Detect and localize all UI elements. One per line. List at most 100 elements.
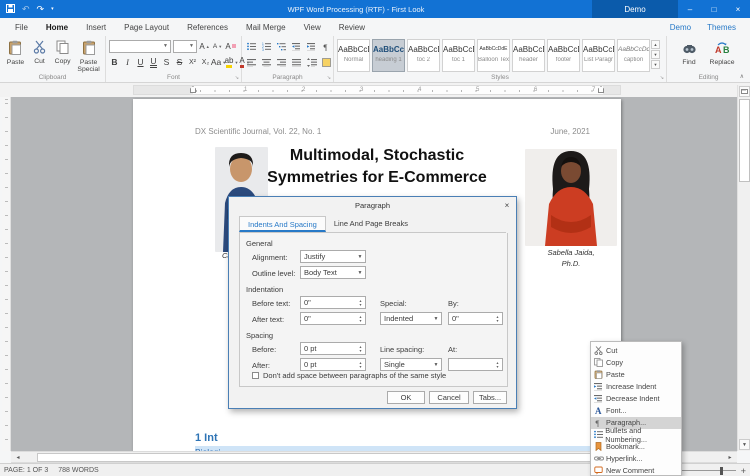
- dialog-title-bar[interactable]: Paragraph ×: [229, 197, 516, 214]
- same-style-checkbox[interactable]: Don't add space between paragraphs of th…: [252, 371, 446, 380]
- paragraph-dialog-launcher-icon[interactable]: ↘: [327, 75, 331, 81]
- alignment-combo[interactable]: Justify▼: [300, 250, 366, 263]
- paste-special-button[interactable]: Paste Special: [75, 38, 102, 73]
- ribbon-tab-view[interactable]: View: [295, 23, 330, 32]
- scroll-right-icon[interactable]: ▸: [725, 453, 735, 462]
- at-spinner[interactable]: ▲▼: [448, 358, 503, 371]
- small-caps-button[interactable]: S: [161, 56, 172, 69]
- font-dialog-launcher-icon[interactable]: ↘: [235, 75, 239, 81]
- bullets-button[interactable]: [245, 40, 258, 53]
- qat-customize-icon[interactable]: ▾: [51, 6, 54, 12]
- grow-font-button[interactable]: A▲: [199, 40, 210, 53]
- outline-level-combo[interactable]: Body Text▼: [300, 266, 366, 279]
- save-icon[interactable]: [6, 4, 15, 15]
- style-balloon-tex[interactable]: AaBbCcDdEBalloon Tex: [477, 39, 510, 72]
- context-menu-item-bullets-and-numbering[interactable]: Bullets and Numbering...: [591, 429, 681, 441]
- scroll-down-icon[interactable]: ▼: [739, 439, 750, 450]
- scroll-left-icon[interactable]: ◂: [13, 453, 23, 462]
- before-text-spinner[interactable]: 0"▲▼: [300, 296, 366, 309]
- style-caption[interactable]: AaBbCcDdEcaption: [617, 39, 650, 72]
- cut-button[interactable]: Cut: [29, 38, 50, 73]
- context-menu-item-decrease-indent[interactable]: Decrease Indent: [591, 392, 681, 404]
- spacing-after-spinner[interactable]: 0 pt▲▼: [300, 358, 366, 371]
- copy-button[interactable]: Copy: [51, 38, 74, 73]
- redo-icon[interactable]: ↷: [37, 4, 45, 14]
- ruler-toggle-icon[interactable]: [739, 86, 750, 97]
- collapse-ribbon-icon[interactable]: ∧: [740, 73, 744, 80]
- after-text-spinner[interactable]: 0"▲▼: [300, 312, 366, 325]
- find-button[interactable]: Find: [676, 40, 702, 66]
- ribbon-tab-home[interactable]: Home: [37, 23, 77, 32]
- strikethrough-button[interactable]: S: [174, 56, 185, 69]
- context-menu-item-increase-indent[interactable]: Increase Indent: [591, 380, 681, 392]
- ribbon-tab-mail-merge[interactable]: Mail Merge: [237, 23, 295, 32]
- clear-formatting-button[interactable]: A: [225, 40, 236, 53]
- gallery-expand-icon[interactable]: ▼: [651, 60, 660, 69]
- pilcrow-button[interactable]: ¶: [320, 40, 333, 53]
- zoom-slider-thumb[interactable]: [720, 467, 723, 475]
- shading-button[interactable]: [320, 56, 333, 69]
- tabs-button[interactable]: Tabs...: [473, 391, 507, 404]
- gallery-down-icon[interactable]: ▼: [651, 50, 660, 59]
- bold-button[interactable]: B: [109, 56, 120, 69]
- double-underline-button[interactable]: U: [148, 56, 159, 69]
- style-header[interactable]: AaBbCcDheader: [512, 39, 545, 72]
- subscript-button[interactable]: X₂: [200, 56, 211, 69]
- cancel-button[interactable]: Cancel: [429, 391, 469, 404]
- change-case-button[interactable]: Aa▼: [213, 56, 224, 69]
- tab-indents-and-spacing[interactable]: Indents And Spacing: [239, 216, 326, 232]
- close-button[interactable]: ×: [726, 0, 750, 18]
- spacing-before-spinner[interactable]: 0 pt▲▼: [300, 342, 366, 355]
- align-center-button[interactable]: [260, 56, 273, 69]
- context-menu-item-font[interactable]: AFont...: [591, 404, 681, 416]
- vscroll-thumb[interactable]: [739, 99, 750, 182]
- superscript-button[interactable]: X²: [187, 56, 198, 69]
- context-menu-item-cut[interactable]: Cut: [591, 344, 681, 356]
- style-list-paragr[interactable]: AaBbCcDList Paragr: [582, 39, 615, 72]
- context-menu-item-copy[interactable]: Copy: [591, 356, 681, 368]
- multilevel-button[interactable]: [275, 40, 288, 53]
- ribbon-tab-insert[interactable]: Insert: [77, 23, 115, 32]
- underline-button[interactable]: U: [135, 56, 146, 69]
- context-menu-item-hyperlink[interactable]: Hyperlink...: [591, 453, 681, 465]
- style-normal[interactable]: AaBbCcDNormal: [337, 39, 370, 72]
- highlight-color-button[interactable]: ab▼: [226, 56, 237, 69]
- hscroll-thumb[interactable]: [37, 453, 609, 462]
- align-left-button[interactable]: [245, 56, 258, 69]
- special-combo[interactable]: Indented▼: [380, 312, 442, 325]
- dialog-close-icon[interactable]: ×: [498, 201, 516, 210]
- line-spacing-button[interactable]: [305, 56, 318, 69]
- font-size-combo[interactable]: ▼: [173, 40, 197, 53]
- shrink-font-button[interactable]: A▼: [212, 40, 223, 53]
- ribbon-tab-references[interactable]: References: [178, 23, 237, 32]
- ribbon-tab-file[interactable]: File: [6, 23, 37, 32]
- align-justify-button[interactable]: [290, 56, 303, 69]
- vertical-scrollbar[interactable]: ▼: [737, 85, 750, 451]
- style-heading-1[interactable]: AaBbCcheading 1: [372, 39, 405, 72]
- menu-link-themes[interactable]: Themes: [707, 23, 736, 32]
- minimize-button[interactable]: –: [678, 0, 702, 18]
- ok-button[interactable]: OK: [387, 391, 425, 404]
- tab-line-and-page-breaks[interactable]: Line And Page Breaks: [326, 216, 416, 232]
- context-menu-item-paste[interactable]: Paste: [591, 368, 681, 380]
- style-toc-1[interactable]: AaBbCcDtoc 1: [442, 39, 475, 72]
- by-spinner[interactable]: 0"▲▼: [448, 312, 503, 325]
- menu-link-demo[interactable]: Demo: [670, 23, 691, 32]
- align-right-button[interactable]: [275, 56, 288, 69]
- ribbon-tab-review[interactable]: Review: [330, 23, 374, 32]
- styles-dialog-launcher-icon[interactable]: ↘: [660, 75, 664, 81]
- replace-button[interactable]: AB Replace: [706, 40, 738, 66]
- context-menu-item-new-comment[interactable]: New Comment: [591, 465, 681, 476]
- zoom-in-icon[interactable]: +: [741, 466, 746, 476]
- numbering-button[interactable]: 123: [260, 40, 273, 53]
- indent-inc-button[interactable]: [305, 40, 318, 53]
- maximize-button[interactable]: □: [702, 0, 726, 18]
- undo-icon[interactable]: ↶: [22, 4, 30, 14]
- gallery-up-icon[interactable]: ▲: [651, 40, 660, 49]
- style-footer[interactable]: AaBbCcDfooter: [547, 39, 580, 72]
- font-name-combo[interactable]: ▼: [109, 40, 171, 53]
- ribbon-tab-page-layout[interactable]: Page Layout: [115, 23, 178, 32]
- line-spacing-combo[interactable]: Single▼: [380, 358, 442, 371]
- italic-button[interactable]: I: [122, 56, 133, 69]
- style-toc-2[interactable]: AaBbCcDtoc 2: [407, 39, 440, 72]
